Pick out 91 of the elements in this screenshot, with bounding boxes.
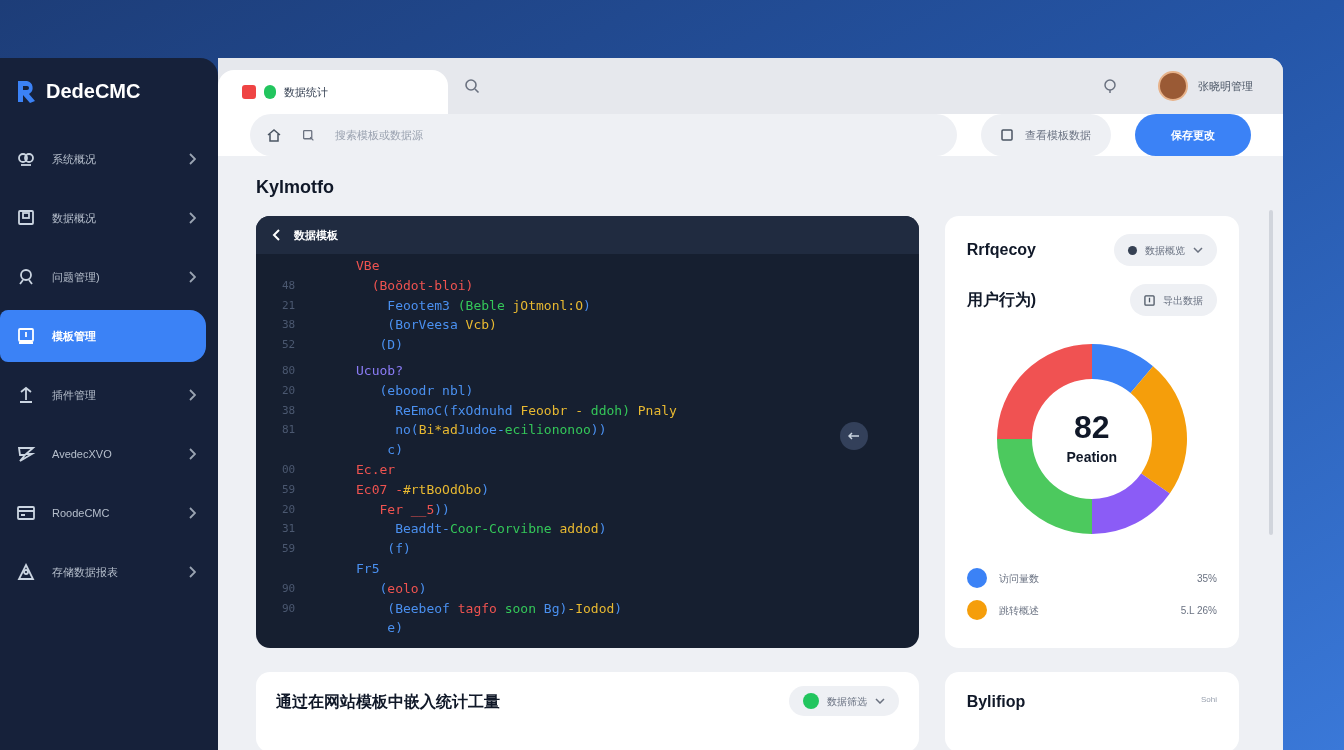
sidebar-item[interactable]: AvedecXVO — [0, 428, 206, 480]
line-number: 90 — [282, 600, 297, 617]
card-title: Bylifiop — [966, 692, 1026, 712]
code-line: Ec07 -#rtBoOdObo) — [356, 480, 490, 499]
menu-item-icon — [16, 326, 36, 346]
filter-dropdown[interactable]: 数据筛选 — [788, 686, 899, 716]
card-note: Sohi — [1201, 694, 1217, 706]
menu-item-icon — [16, 267, 36, 287]
document-icon — [1144, 294, 1155, 306]
page-title: Kylmotfo — [256, 176, 335, 199]
chevron-right-icon — [188, 566, 196, 578]
back-icon[interactable] — [272, 229, 282, 241]
line-number: 59 — [282, 481, 297, 498]
chevron-right-icon — [188, 389, 196, 401]
code-line: Ucuob? — [356, 362, 403, 380]
center-value: 82 — [1074, 410, 1110, 443]
code-line: ReEmoC(fxOdnuhd Feoobr - ddoh) Pnaly — [394, 401, 677, 420]
code-line: Beaddt-Coor-Corvibne addod) — [394, 520, 607, 539]
menu-item-icon — [16, 503, 36, 523]
arrow-icon — [848, 430, 860, 442]
line-number: 59 — [282, 541, 297, 558]
code-line: (Boŏdot-bloi) — [370, 276, 474, 295]
user-name: 张晓明管理 — [1198, 78, 1253, 94]
search-field[interactable]: 搜索模板或数据源 — [250, 114, 957, 156]
card-title: Rrfqecoy — [966, 240, 1036, 260]
chevron-right-icon — [188, 153, 196, 165]
code-line: (f) — [386, 540, 411, 559]
search-icon[interactable] — [464, 78, 480, 94]
line-number: 21 — [282, 297, 297, 314]
line-number: 00 — [282, 461, 297, 478]
menu-item-icon — [16, 208, 36, 228]
line-number: 48 — [282, 277, 297, 294]
code-line: (eolo) — [378, 579, 427, 598]
line-number: 52 — [282, 337, 297, 354]
line-number: 38 — [282, 317, 297, 334]
sidebar-item[interactable]: 系统概况 — [0, 133, 206, 185]
legend-value: 5.L 26% — [1180, 603, 1217, 618]
app-icon — [264, 85, 276, 99]
chevron-right-icon — [188, 507, 196, 519]
line-number: 90 — [282, 580, 297, 597]
legend-label: 访问量数 — [998, 571, 1040, 586]
line-number: 20 — [282, 382, 297, 399]
card-subtitle: 用户行为) — [966, 290, 1036, 310]
search-input[interactable]: 搜索模板或数据源 — [335, 126, 941, 144]
line-number: 81 — [282, 422, 297, 439]
line-number: 80 — [282, 363, 297, 379]
expand-button[interactable] — [840, 422, 868, 450]
overview-dropdown[interactable]: 数据概览 — [1114, 234, 1217, 266]
square-icon — [1001, 129, 1013, 141]
code-line: (BorVeesa Vcb) — [386, 316, 497, 335]
code-line: (D) — [378, 336, 403, 355]
code-line: VBe — [356, 257, 380, 275]
home-icon[interactable] — [266, 127, 282, 143]
code-line: Fr5 — [356, 559, 380, 578]
code-line: (eboodr nbl) — [378, 381, 474, 400]
view-data-button[interactable]: 查看模板数据 — [981, 114, 1111, 156]
tab[interactable]: 数据统计 — [218, 70, 448, 114]
save-button[interactable]: 保存更改 — [1135, 114, 1251, 156]
line-number: 20 — [282, 501, 297, 518]
legend-label: 跳转概述 — [998, 603, 1040, 618]
code-title: 数据模板 — [294, 227, 338, 243]
chevron-right-icon — [188, 271, 196, 283]
logo-text: DedeCMC — [46, 79, 141, 104]
code-line: (Beebeof tagfo soon Bg)-Iodod) — [386, 599, 623, 618]
center-label: Peation — [1066, 447, 1118, 467]
code-line: no(Bi*adJudoe-eciliononoo)) — [394, 421, 607, 440]
code-line: c) — [386, 441, 403, 460]
sidebar-item[interactable]: 插件管理 — [0, 369, 206, 421]
sidebar-item[interactable]: 问题管理) — [0, 251, 206, 303]
chevron-down-icon — [874, 698, 885, 704]
sidebar-item[interactable]: 数据概况 — [0, 192, 206, 244]
code-line: Ec.er — [356, 460, 396, 479]
chevron-right-icon — [188, 212, 196, 224]
menu-item-icon — [16, 444, 36, 464]
chevron-down-icon — [1193, 247, 1203, 253]
line-number: 31 — [282, 521, 297, 538]
chevron-right-icon — [188, 448, 196, 460]
code-line: Feootem3 (Beble jOtmonl:O) — [386, 296, 591, 315]
code-line: e) — [386, 619, 403, 638]
sidebar-item[interactable]: RoodeCMC — [0, 487, 206, 539]
menu-item-icon — [16, 562, 36, 582]
line-number: 38 — [282, 402, 297, 419]
sidebar-item[interactable]: 存储数据报表 — [0, 546, 206, 598]
app-icon — [242, 85, 256, 99]
avatar[interactable] — [1158, 71, 1188, 101]
export-button[interactable]: 导出数据 — [1130, 284, 1217, 316]
legend-value: 35% — [1197, 571, 1217, 586]
search-icon — [302, 128, 315, 142]
sidebar-item[interactable]: 模板管理 — [0, 310, 206, 362]
card-title: 通过在网站模板中嵌入统计工量 — [276, 692, 500, 712]
code-line: Fer __5)) — [378, 500, 450, 519]
